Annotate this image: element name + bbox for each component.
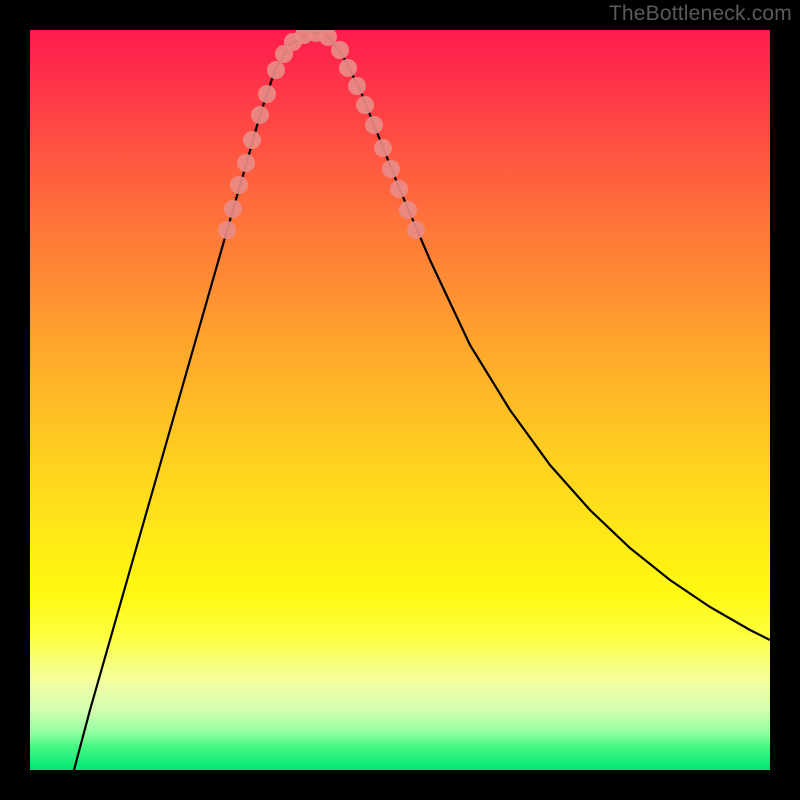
data-marker (365, 116, 383, 134)
data-markers (218, 30, 425, 239)
data-marker (390, 180, 408, 198)
data-marker (224, 200, 242, 218)
data-marker (243, 131, 261, 149)
data-marker (251, 106, 269, 124)
bottleneck-curve (74, 33, 770, 770)
watermark-text: TheBottleneck.com (609, 2, 792, 26)
data-marker (399, 201, 417, 219)
data-marker (230, 176, 248, 194)
chart-frame: TheBottleneck.com (0, 0, 800, 800)
data-marker (267, 61, 285, 79)
data-marker (331, 41, 349, 59)
plot-area (30, 30, 770, 770)
data-marker (258, 85, 276, 103)
data-marker (407, 221, 425, 239)
data-marker (218, 221, 236, 239)
data-marker (382, 160, 400, 178)
data-marker (348, 77, 366, 95)
data-marker (339, 59, 357, 77)
data-marker (374, 139, 392, 157)
data-marker (237, 154, 255, 172)
data-marker (356, 96, 374, 114)
chart-svg (30, 30, 770, 770)
